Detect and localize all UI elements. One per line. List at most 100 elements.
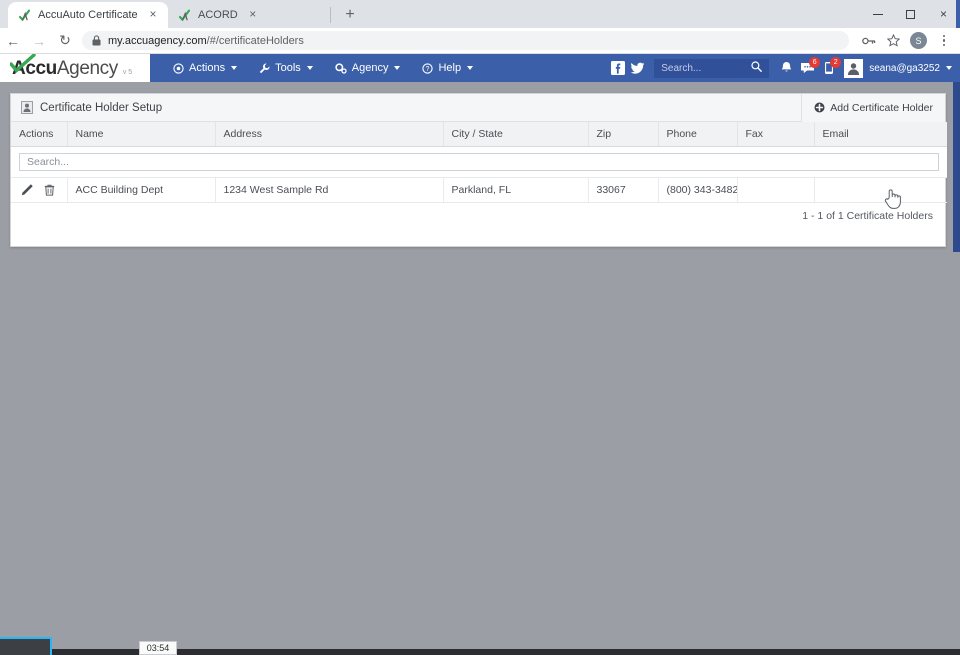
table-body: Search... ACC Building Dept 1234 West Sa… xyxy=(11,146,947,203)
app-search-input[interactable]: Search... xyxy=(654,58,770,78)
facebook-icon[interactable] xyxy=(610,61,625,76)
nav-item-tools-label: Tools xyxy=(275,62,301,74)
taskbar-strip xyxy=(52,649,960,655)
column-header-zip[interactable]: Zip xyxy=(588,122,659,147)
edit-row-icon[interactable] xyxy=(21,184,33,196)
recording-timer: 03:54 xyxy=(139,641,177,655)
nav-item-actions-label: Actions xyxy=(189,62,226,74)
browser-tab-strip: AccuAuto Certificate Holder Setu × ACORD… xyxy=(0,0,960,28)
record-count-label: 1 - 1 of 1 Certificate Holders xyxy=(802,210,933,222)
window-maximize-button[interactable] xyxy=(894,1,927,27)
star-icon[interactable] xyxy=(881,29,905,53)
browser-tab-0[interactable]: AccuAuto Certificate Holder Setu × xyxy=(8,2,168,28)
chevron-down-icon xyxy=(306,66,313,70)
card-header: Certificate Holder Setup Add Certificate… xyxy=(11,93,945,122)
browser-tab-1-title: ACORD xyxy=(198,9,238,21)
table-header-row: Actions Name Address City / State Zip Ph… xyxy=(11,122,947,147)
key-icon[interactable] xyxy=(857,29,881,53)
browser-tab-0-close-icon[interactable]: × xyxy=(146,8,160,22)
chevron-down-icon xyxy=(394,66,401,70)
user-avatar-icon[interactable] xyxy=(844,58,864,78)
window-right-edge xyxy=(956,0,960,28)
url-domain: my.accuagency.com xyxy=(108,34,207,47)
reload-icon[interactable]: ↻ xyxy=(52,28,78,54)
cell-email xyxy=(814,177,947,203)
nav-item-tools[interactable]: Tools xyxy=(248,54,324,82)
device-icon[interactable]: 2 xyxy=(819,56,842,78)
new-tab-button[interactable]: + xyxy=(337,2,363,28)
column-header-phone[interactable]: Phone xyxy=(658,122,738,147)
chevron-down-icon xyxy=(946,66,952,70)
table-search-input[interactable]: Search... xyxy=(19,153,939,171)
column-header-fax[interactable]: Fax xyxy=(737,122,815,147)
accuagency-check-icon xyxy=(18,9,31,22)
search-icon[interactable] xyxy=(751,61,763,75)
wrench-icon xyxy=(259,63,270,74)
user-name-label: seana@ga3252 xyxy=(869,62,940,74)
app-nav-menu: Actions Tools Agency ? Help xyxy=(162,54,484,82)
app-navbar-right: Search... 6 2 seana@ga3252 xyxy=(610,56,960,78)
table-search-cell: Search... xyxy=(11,146,947,178)
column-header-name[interactable]: Name xyxy=(67,122,216,147)
nav-item-help[interactable]: ? Help xyxy=(411,54,484,82)
cell-name: ACC Building Dept xyxy=(67,177,216,203)
column-header-address[interactable]: Address xyxy=(215,122,444,147)
profile-avatar-icon[interactable]: S xyxy=(910,32,927,49)
twitter-icon[interactable] xyxy=(630,61,645,76)
nav-item-actions[interactable]: Actions xyxy=(162,54,248,82)
app-navbar: AccuAgency v 5 Actions Tools Agency ? He… xyxy=(0,52,960,82)
back-icon[interactable]: ← xyxy=(0,28,26,54)
table-footer: 1 - 1 of 1 Certificate Holders xyxy=(11,203,945,229)
toolbar-right-icons: S xyxy=(857,29,960,53)
browser-tab-1-close-icon[interactable]: × xyxy=(246,8,260,22)
svg-text:?: ? xyxy=(426,66,430,73)
table-search-row: Search... xyxy=(11,146,947,178)
row-actions xyxy=(11,184,66,196)
add-certificate-holder-button[interactable]: Add Certificate Holder xyxy=(801,93,945,122)
row-actions-cell xyxy=(11,177,68,203)
table-header: Actions Name Address City / State Zip Ph… xyxy=(11,122,947,147)
table-row[interactable]: ACC Building Dept 1234 West Sample Rd Pa… xyxy=(11,177,947,203)
app-logo-text: AccuAgency xyxy=(9,52,118,78)
browser-tab-1[interactable]: ACORD × xyxy=(168,2,328,28)
column-header-actions[interactable]: Actions xyxy=(11,122,68,147)
accuagency-check-icon xyxy=(178,9,191,22)
question-circle-icon: ? xyxy=(422,62,434,74)
cell-fax xyxy=(737,177,815,203)
cell-city-state: Parkland, FL xyxy=(443,177,589,203)
green-check-icon xyxy=(9,52,36,78)
chat-icon[interactable]: 6 xyxy=(798,56,821,78)
nav-item-agency-label: Agency xyxy=(351,62,389,74)
page-title: Certificate Holder Setup xyxy=(40,101,163,114)
forward-icon[interactable]: → xyxy=(26,28,52,54)
target-icon xyxy=(173,62,184,74)
gears-icon xyxy=(335,62,347,74)
kebab-menu-icon[interactable] xyxy=(932,29,956,53)
notification-icons: 6 2 xyxy=(777,56,842,78)
app-version: v 5 xyxy=(122,69,133,76)
column-header-city-state[interactable]: City / State xyxy=(443,122,589,147)
window-minimize-button[interactable] xyxy=(861,1,894,27)
nav-item-agency[interactable]: Agency xyxy=(324,54,412,82)
browser-tab-0-title: AccuAuto Certificate Holder Setu xyxy=(38,9,138,21)
app-logo[interactable]: AccuAgency v 5 xyxy=(0,52,150,82)
window-left-edge xyxy=(0,0,4,28)
delete-row-icon[interactable] xyxy=(44,184,55,196)
device-badge: 2 xyxy=(830,56,842,68)
page-scrollbar[interactable] xyxy=(953,82,960,252)
chevron-down-icon xyxy=(231,66,238,70)
page-body: Certificate Holder Setup Add Certificate… xyxy=(0,82,960,655)
column-header-email[interactable]: Email xyxy=(814,122,947,147)
bell-icon[interactable] xyxy=(777,59,796,78)
cell-address: 1234 West Sample Rd xyxy=(215,177,444,203)
chevron-down-icon xyxy=(467,66,474,70)
id-badge-icon xyxy=(21,101,33,114)
address-bar[interactable]: my.accuagency.com/#/certificateHolders xyxy=(82,31,849,50)
plus-circle-icon xyxy=(814,102,825,113)
table-search-placeholder: Search... xyxy=(27,156,70,168)
taskbar-active-window[interactable] xyxy=(0,637,52,655)
browser-window: AccuAuto Certificate Holder Setu × ACORD… xyxy=(0,0,960,655)
cell-zip: 33067 xyxy=(588,177,659,203)
user-menu[interactable]: seana@ga3252 xyxy=(869,63,952,74)
window-controls: × xyxy=(855,0,960,28)
